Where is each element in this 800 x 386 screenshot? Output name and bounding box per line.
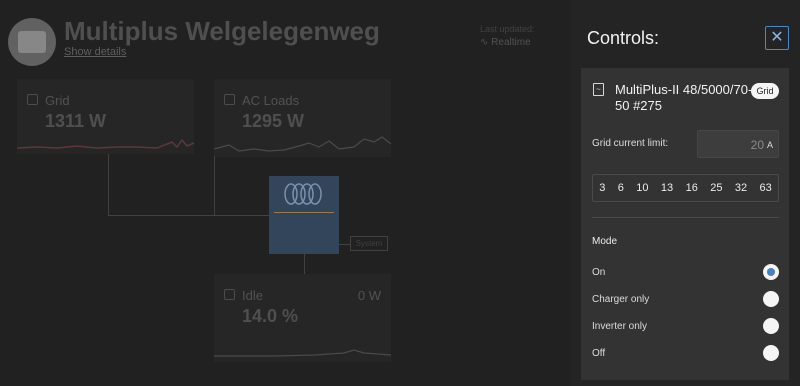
mode-option-label: On <box>592 267 606 278</box>
preset-button[interactable]: 63 <box>758 182 774 194</box>
preset-button[interactable]: 16 <box>684 182 700 194</box>
mode-option-label: Charger only <box>592 294 650 305</box>
controls-panel: Controls: ✕ ~ MultiPlus-II 48/5000/70-50… <box>570 0 800 386</box>
mode-option-charger-only[interactable]: Charger only <box>592 290 779 310</box>
current-limit-unit: A <box>766 140 773 150</box>
current-limit-label: Grid current limit: <box>592 138 669 149</box>
preset-button[interactable]: 6 <box>616 182 626 194</box>
device-control-card: ~ MultiPlus-II 48/5000/70-50 #275 Grid G… <box>581 68 789 380</box>
divider <box>592 217 779 218</box>
panel-title: Controls: <box>587 28 660 48</box>
mode-radio[interactable] <box>763 318 779 334</box>
current-limit-presets: 3 6 10 13 16 25 32 63 <box>592 174 779 202</box>
close-button[interactable]: ✕ <box>765 26 789 50</box>
mode-title: Mode <box>592 236 618 247</box>
preset-button[interactable]: 25 <box>708 182 724 194</box>
inverter-icon: ~ <box>593 83 604 96</box>
preset-button[interactable]: 32 <box>733 182 749 194</box>
mode-option-inverter-only[interactable]: Inverter only <box>592 317 779 337</box>
preset-button[interactable]: 10 <box>634 182 650 194</box>
current-limit-value: 20 <box>750 138 764 152</box>
close-icon: ✕ <box>770 29 784 46</box>
dashboard-background: Multiplus Welgelegenweg Show details Las… <box>0 0 570 386</box>
current-limit-input[interactable]: 20 A <box>697 130 779 158</box>
mode-radio[interactable] <box>763 264 779 280</box>
grid-badge: Grid <box>751 83 779 99</box>
preset-button[interactable]: 3 <box>597 182 607 194</box>
mode-option-label: Off <box>592 348 606 359</box>
device-name: MultiPlus-II 48/5000/70-50 #275 <box>615 82 753 113</box>
mode-radio[interactable] <box>763 345 779 361</box>
mode-radio[interactable] <box>763 291 779 307</box>
preset-button[interactable]: 13 <box>659 182 675 194</box>
mode-option-on[interactable]: On <box>592 263 779 283</box>
mode-option-off[interactable]: Off <box>592 344 779 364</box>
mode-option-label: Inverter only <box>592 321 648 332</box>
